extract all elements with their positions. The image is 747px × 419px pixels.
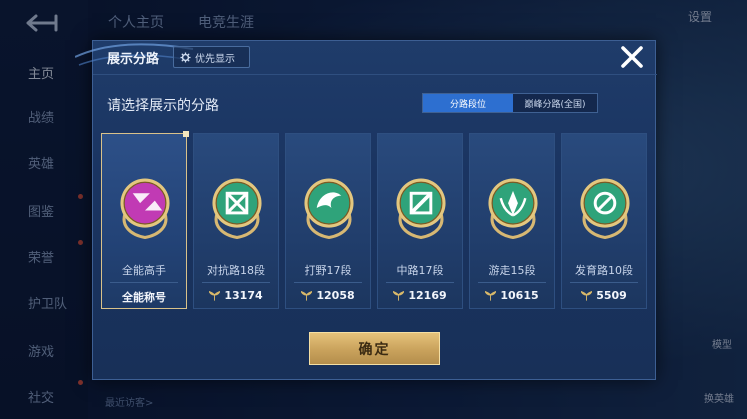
clash-lane-badge-icon	[212, 178, 262, 240]
lane-card-stat: 12058	[286, 289, 370, 302]
lane-card-label: 对抗路18段	[207, 264, 265, 277]
lane-card[interactable]: 游走15段 10615	[469, 133, 555, 309]
lane-card-label: 发育路10段	[575, 264, 633, 277]
lane-card-stat-value: 12058	[316, 289, 355, 302]
lane-card-stat: 10615	[470, 289, 554, 302]
card-divider	[478, 282, 546, 283]
lane-card-stat: 5509	[562, 289, 646, 302]
modal-subtitle: 请选择展示的分路	[107, 98, 219, 114]
segment-lane-rank[interactable]: 分路段位	[423, 94, 513, 112]
rank-points-icon	[301, 290, 313, 301]
card-divider	[570, 282, 638, 283]
lane-card-stat-value: 5509	[596, 289, 627, 302]
card-divider	[386, 282, 454, 283]
roam-badge-icon	[488, 178, 538, 240]
card-divider	[294, 282, 362, 283]
lane-card-label: 中路17段	[396, 264, 444, 277]
rank-points-icon	[485, 290, 497, 301]
lane-card-label: 游走15段	[488, 264, 536, 277]
selected-marker	[183, 131, 189, 137]
close-icon[interactable]	[613, 43, 651, 73]
lane-card-stat-value: 12169	[408, 289, 447, 302]
priority-display-label: 优先显示	[195, 53, 235, 65]
lane-card[interactable]: 全能高手 全能称号	[101, 131, 189, 309]
card-divider	[110, 282, 178, 283]
card-divider	[202, 282, 270, 283]
segment-peak-lane[interactable]: 巅峰分路(全国)	[513, 94, 597, 112]
jungle-badge-icon	[304, 178, 354, 240]
rank-points-icon	[393, 290, 405, 301]
lane-card-stat: 13174	[194, 289, 278, 302]
lane-card-stat-value: 13174	[224, 289, 263, 302]
lane-card-stat-value: 10615	[500, 289, 539, 302]
mid-lane-badge-icon	[396, 178, 446, 240]
modal-header: 展示分路 优先显示	[75, 41, 657, 75]
farm-lane-badge-icon	[580, 178, 630, 240]
lane-card-stat-value: 全能称号	[122, 291, 166, 304]
lane-card-label: 打野17段	[304, 264, 352, 277]
lane-card-stat: 全能称号	[102, 289, 186, 305]
modal-title: 展示分路	[107, 52, 160, 67]
confirm-button[interactable]: 确定	[309, 332, 440, 365]
priority-display-button[interactable]: 优先显示	[173, 46, 250, 68]
lane-type-segment: 分路段位 巅峰分路(全国)	[422, 93, 598, 113]
lane-card-list: 全能高手 全能称号 对抗路18段 13174 打野17段 12058 中路17段 12169 游…	[101, 131, 649, 313]
rank-points-icon	[581, 290, 593, 301]
lane-card[interactable]: 中路17段 12169	[377, 133, 463, 309]
lane-card[interactable]: 对抗路18段 13174	[193, 133, 279, 309]
lane-card-label: 全能高手	[122, 264, 166, 277]
lane-card[interactable]: 打野17段 12058	[285, 133, 371, 309]
lane-card-stat: 12169	[378, 289, 462, 302]
lane-display-modal: 展示分路 优先显示 请选择展示的分路 分路段位 巅峰分路(全国) 全能高手全能称…	[75, 40, 657, 380]
all-round-badge-icon	[120, 178, 170, 240]
lane-card[interactable]: 发育路10段 5509	[561, 133, 647, 309]
rank-points-icon	[209, 290, 221, 301]
gear-icon	[180, 51, 191, 63]
